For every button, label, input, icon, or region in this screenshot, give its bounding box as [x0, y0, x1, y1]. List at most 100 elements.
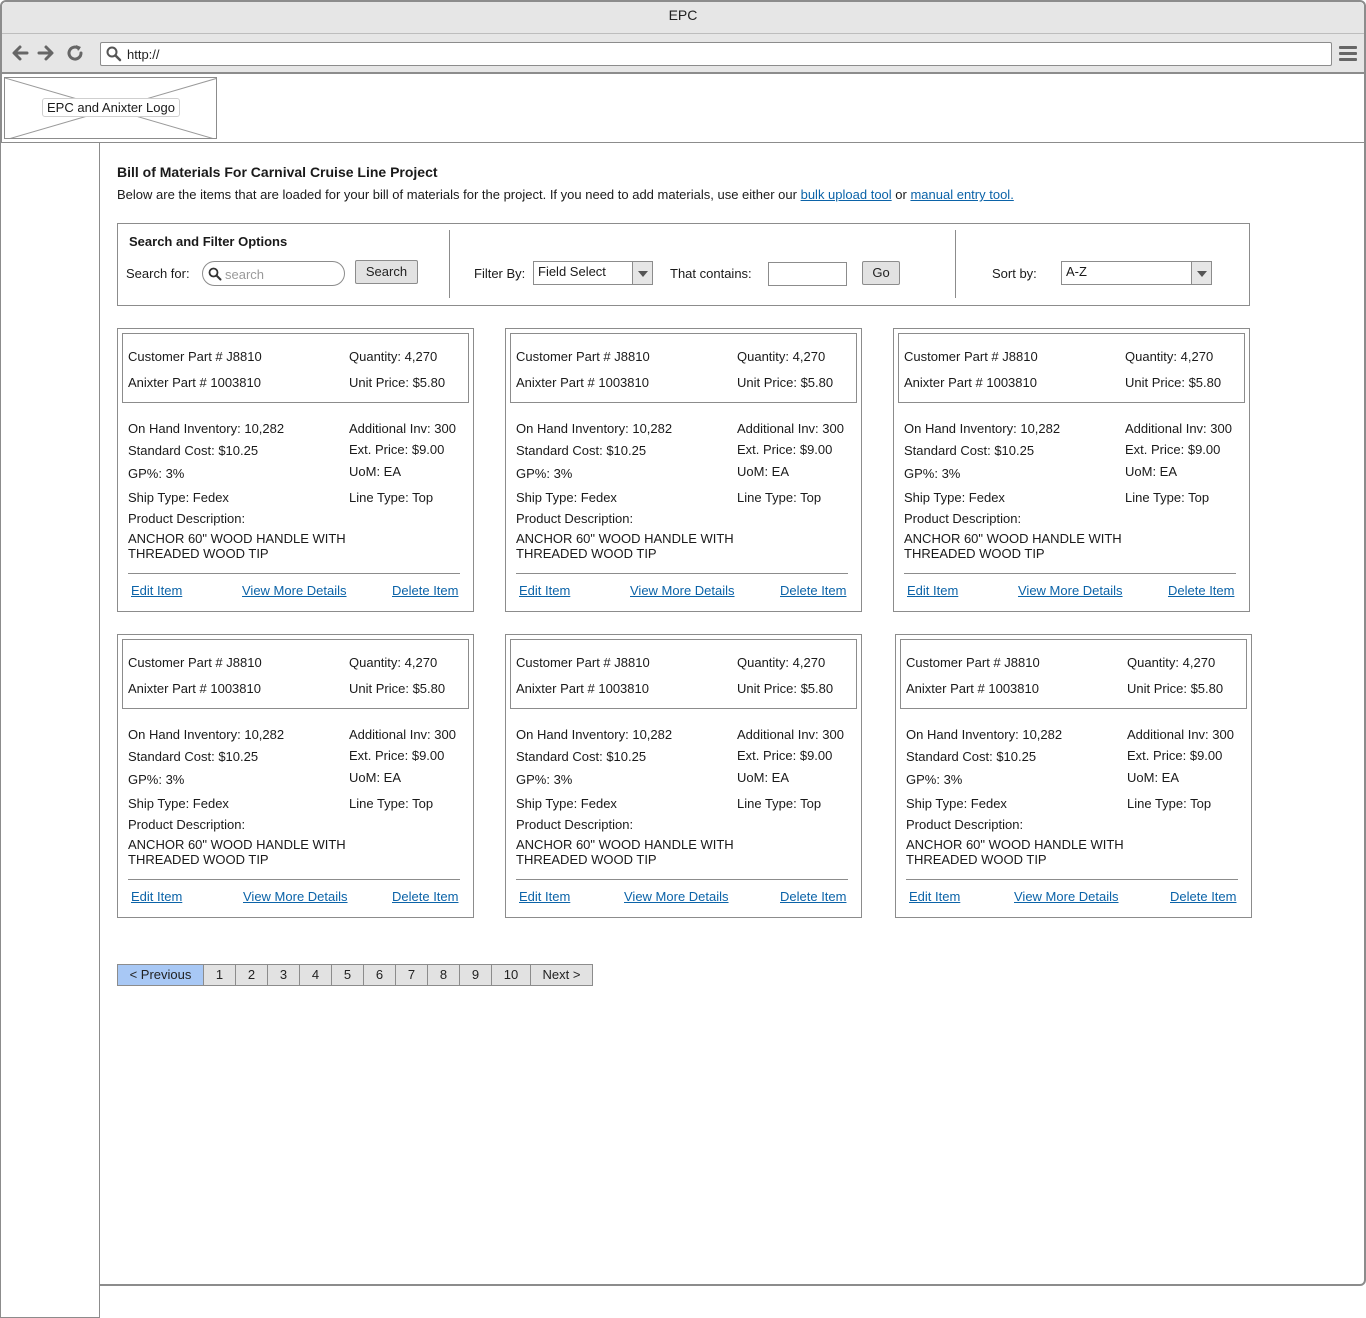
ship-type: Ship Type: Fedex [516, 490, 617, 505]
sort-select[interactable]: A-Z [1061, 261, 1212, 285]
search-filter-panel: Search and Filter Options Search for: Se… [117, 223, 1250, 306]
unit-of-measure: UoM: EA [1127, 770, 1180, 785]
search-box[interactable] [202, 261, 345, 286]
forward-arrow-icon[interactable] [36, 43, 56, 63]
edit-item-link[interactable]: Edit Item [907, 583, 958, 598]
pagination: < Previous 1 2 3 4 5 6 7 8 9 10 Next > [117, 964, 593, 986]
address-bar[interactable] [100, 42, 1332, 66]
page-button-5[interactable]: 5 [331, 964, 364, 986]
page-button-10[interactable]: 10 [491, 964, 531, 986]
card-divider [516, 879, 848, 880]
card-part-summary [898, 333, 1245, 403]
page-title: Bill of Materials For Carnival Cruise Li… [117, 164, 438, 180]
unit-price: Unit Price: $5.80 [349, 681, 446, 696]
standard-cost: Standard Cost: $10.25 [906, 749, 1037, 764]
anixter-part-number: Anixter Part # 1003810 [128, 681, 261, 696]
page-button-8[interactable]: 8 [427, 964, 460, 986]
unit-price: Unit Price: $5.80 [349, 375, 446, 390]
contains-label: That contains: [670, 266, 752, 281]
card-divider [904, 573, 1236, 574]
sort-by-label: Sort by: [992, 266, 1037, 281]
quantity: Quantity: 4,270 [1127, 655, 1216, 670]
customer-part-number: Customer Part # J8810 [516, 349, 650, 364]
ship-type: Ship Type: Fedex [128, 490, 229, 505]
go-button[interactable]: Go [862, 261, 900, 285]
delete-item-link[interactable]: Delete Item [392, 889, 458, 904]
page-button-1[interactable]: 1 [203, 964, 236, 986]
view-more-details-link[interactable]: View More Details [1018, 583, 1123, 598]
search-icon [208, 267, 222, 281]
gp-percent: GP%: 3% [906, 772, 963, 787]
delete-item-link[interactable]: Delete Item [780, 583, 846, 598]
page-button-6[interactable]: 6 [363, 964, 396, 986]
view-more-details-link[interactable]: View More Details [242, 583, 347, 598]
filter-by-label: Filter By: [474, 266, 526, 281]
product-description: ANCHOR 60" WOOD HANDLE WITH THREADED WOO… [128, 531, 346, 561]
card-divider [516, 573, 848, 574]
manual-entry-link[interactable]: manual entry tool. [910, 187, 1013, 202]
page-button-4[interactable]: 4 [299, 964, 332, 986]
edit-item-link[interactable]: Edit Item [519, 889, 570, 904]
view-more-details-link[interactable]: View More Details [624, 889, 729, 904]
page-button-2[interactable]: 2 [235, 964, 268, 986]
sort-value: A-Z [1066, 264, 1087, 279]
on-hand-inventory: On Hand Inventory: 10,282 [128, 421, 285, 436]
search-input[interactable] [225, 265, 337, 283]
card-divider [128, 573, 460, 574]
unit-price: Unit Price: $5.80 [1127, 681, 1224, 696]
view-more-details-link[interactable]: View More Details [1014, 889, 1119, 904]
anixter-part-number: Anixter Part # 1003810 [516, 681, 649, 696]
back-arrow-icon[interactable] [10, 43, 30, 63]
delete-item-link[interactable]: Delete Item [1170, 889, 1236, 904]
quantity: Quantity: 4,270 [737, 655, 826, 670]
view-more-details-link[interactable]: View More Details [630, 583, 735, 598]
page-button-3[interactable]: 3 [267, 964, 300, 986]
gp-percent: GP%: 3% [128, 772, 185, 787]
edit-item-link[interactable]: Edit Item [131, 583, 182, 598]
unit-price: Unit Price: $5.80 [737, 375, 834, 390]
card-part-summary [122, 639, 469, 709]
on-hand-inventory: On Hand Inventory: 10,282 [516, 727, 673, 742]
customer-part-number: Customer Part # J8810 [128, 349, 262, 364]
filter-field-select[interactable]: Field Select [533, 261, 653, 285]
url-input[interactable] [127, 45, 1317, 63]
line-type: Line Type: Top [737, 490, 822, 505]
intro-text: Below are the items that are loaded for … [117, 187, 1014, 202]
delete-item-link[interactable]: Delete Item [780, 889, 846, 904]
gp-percent: GP%: 3% [516, 772, 573, 787]
delete-item-link[interactable]: Delete Item [1168, 583, 1234, 598]
bulk-upload-link[interactable]: bulk upload tool [801, 187, 892, 202]
view-more-details-link[interactable]: View More Details [243, 889, 348, 904]
anixter-part-number: Anixter Part # 1003810 [904, 375, 1037, 390]
on-hand-inventory: On Hand Inventory: 10,282 [516, 421, 673, 436]
chevron-down-icon[interactable] [1191, 262, 1211, 284]
item-card: Customer Part # J8810 Quantity: 4,270 Anix… [505, 634, 862, 918]
delete-item-link[interactable]: Delete Item [392, 583, 458, 598]
edit-item-link[interactable]: Edit Item [131, 889, 182, 904]
customer-part-number: Customer Part # J8810 [516, 655, 650, 670]
chevron-down-icon[interactable] [632, 262, 652, 284]
page-button-7[interactable]: 7 [395, 964, 428, 986]
product-description-label: Product Description: [516, 511, 634, 526]
edit-item-link[interactable]: Edit Item [519, 583, 570, 598]
item-card: Customer Part # J8810 Quantity: 4,270 Anix… [505, 328, 862, 612]
ext-price: Ext. Price: $9.00 [1127, 748, 1223, 763]
hamburger-menu-icon[interactable] [1338, 44, 1358, 62]
edit-item-link[interactable]: Edit Item [909, 889, 960, 904]
standard-cost: Standard Cost: $10.25 [904, 443, 1035, 458]
header-divider [0, 142, 1366, 143]
product-description: ANCHOR 60" WOOD HANDLE WITH THREADED WOO… [516, 531, 734, 561]
previous-page-button[interactable]: < Previous [117, 964, 204, 986]
page-button-9[interactable]: 9 [459, 964, 492, 986]
window-title: EPC [2, 2, 1364, 34]
contains-input[interactable] [768, 262, 847, 286]
anixter-part-number: Anixter Part # 1003810 [906, 681, 1039, 696]
intro-sentence: Below are the items that are loaded for … [117, 187, 801, 202]
quantity: Quantity: 4,270 [737, 349, 826, 364]
card-part-summary [510, 639, 857, 709]
search-button[interactable]: Search [355, 260, 418, 284]
reload-icon[interactable] [65, 43, 85, 63]
card-part-summary [510, 333, 857, 403]
next-page-button[interactable]: Next > [530, 964, 593, 986]
filter-field-value: Field Select [538, 264, 606, 279]
